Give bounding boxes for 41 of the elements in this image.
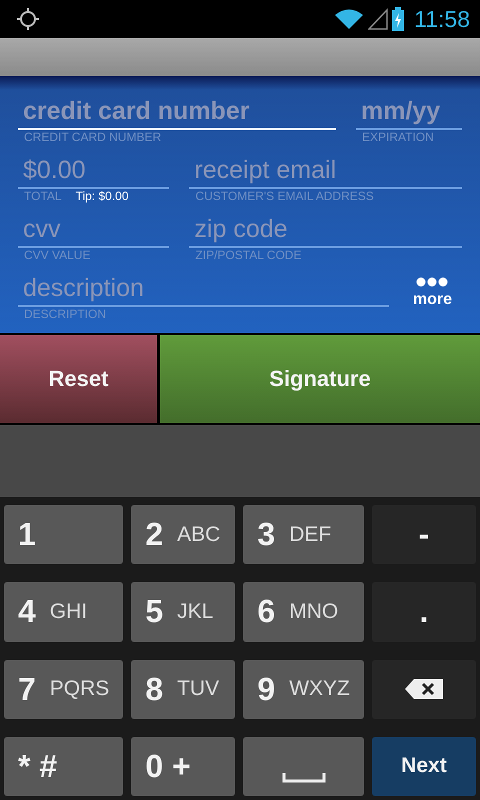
- input-field[interactable]: cvv: [18, 212, 170, 248]
- input-field[interactable]: $0.00: [18, 153, 170, 189]
- space-key[interactable]: [243, 736, 364, 796]
- keypad-key[interactable]: 2 ABC: [131, 505, 236, 564]
- keypad-key[interactable]: 4 GHI: [4, 582, 124, 642]
- input-field[interactable]: zip code: [189, 212, 462, 248]
- clock-time: 11:58: [414, 6, 470, 32]
- field-caption: DESCRIPTION: [24, 307, 106, 321]
- keypad-key[interactable]: .: [372, 582, 476, 642]
- keypad-key[interactable]: * #: [4, 736, 124, 796]
- backspace-icon: [404, 678, 444, 700]
- keypad-key[interactable]: 7 PQRS: [4, 660, 124, 719]
- battery-icon: [392, 7, 404, 31]
- signature-button[interactable]: Signature: [160, 335, 480, 423]
- input-field[interactable]: receipt email: [189, 153, 462, 189]
- space-icon: [282, 773, 326, 784]
- field-caption: CREDIT CARD NUMBER: [24, 130, 162, 144]
- input-field[interactable]: mm/yy: [356, 94, 462, 130]
- wifi-icon: [334, 8, 364, 30]
- next-key[interactable]: Next: [372, 736, 476, 796]
- keypad-key[interactable]: 1: [4, 505, 124, 564]
- keypad-key[interactable]: 0 +: [131, 736, 236, 796]
- field-caption: EXPIRATION: [362, 130, 434, 144]
- field-caption: TOTAL: [24, 189, 62, 203]
- keypad-key[interactable]: -: [372, 505, 476, 564]
- more-icon: [416, 277, 448, 287]
- field-caption: CVV VALUE: [24, 248, 90, 262]
- input-field[interactable]: description: [18, 271, 389, 307]
- keypad-key[interactable]: 6 MNO: [243, 582, 364, 642]
- tip-amount: Tip: $0.00: [76, 189, 128, 203]
- field-caption: CUSTOMER'S EMAIL ADDRESS: [195, 189, 374, 203]
- keypad-key[interactable]: 9 WXYZ: [243, 660, 364, 719]
- keypad-key[interactable]: 5 JKL: [131, 582, 236, 642]
- crosshair-icon: [16, 7, 40, 31]
- more-button[interactable]: more: [408, 271, 456, 315]
- backspace-key[interactable]: [372, 660, 476, 719]
- signal-icon: [368, 8, 388, 30]
- keypad-key[interactable]: 3 DEF: [243, 505, 364, 564]
- keypad-key[interactable]: 8 TUV: [131, 660, 236, 719]
- reset-button[interactable]: Reset: [0, 335, 157, 423]
- field-caption: ZIP/POSTAL CODE: [195, 248, 302, 262]
